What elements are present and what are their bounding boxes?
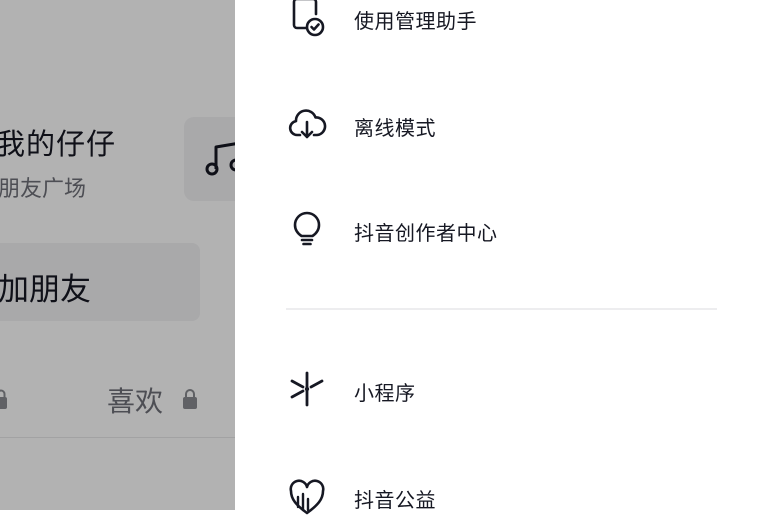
heart-charity-icon — [289, 479, 325, 515]
menu-divider — [286, 308, 717, 310]
cloud-download-icon — [288, 109, 327, 139]
menu-item-label: 使用管理助手 — [354, 9, 477, 33]
menu-item-label: 抖音创作者中心 — [354, 221, 498, 245]
menu-item-creator-center[interactable]: 抖音创作者中心 — [235, 195, 768, 265]
menu-item-mini-programs[interactable]: 小程序 — [235, 354, 768, 424]
side-drawer: 使用管理助手 离线模式 抖音创作者中心 小程序 抖音公益 — [235, 0, 768, 515]
menu-item-usage-assistant[interactable]: 使用管理助手 — [235, 0, 768, 50]
phone-check-icon — [292, 0, 325, 37]
menu-item-charity[interactable]: 抖音公益 — [235, 461, 768, 531]
menu-item-offline-mode[interactable]: 离线模式 — [235, 89, 768, 159]
menu-item-label: 离线模式 — [354, 116, 436, 140]
menu-item-label: 小程序 — [354, 381, 416, 405]
dim-overlay[interactable] — [0, 0, 235, 510]
menu-item-label: 抖音公益 — [354, 488, 436, 512]
lightbulb-icon — [293, 211, 321, 246]
mini-program-icon — [290, 371, 324, 407]
